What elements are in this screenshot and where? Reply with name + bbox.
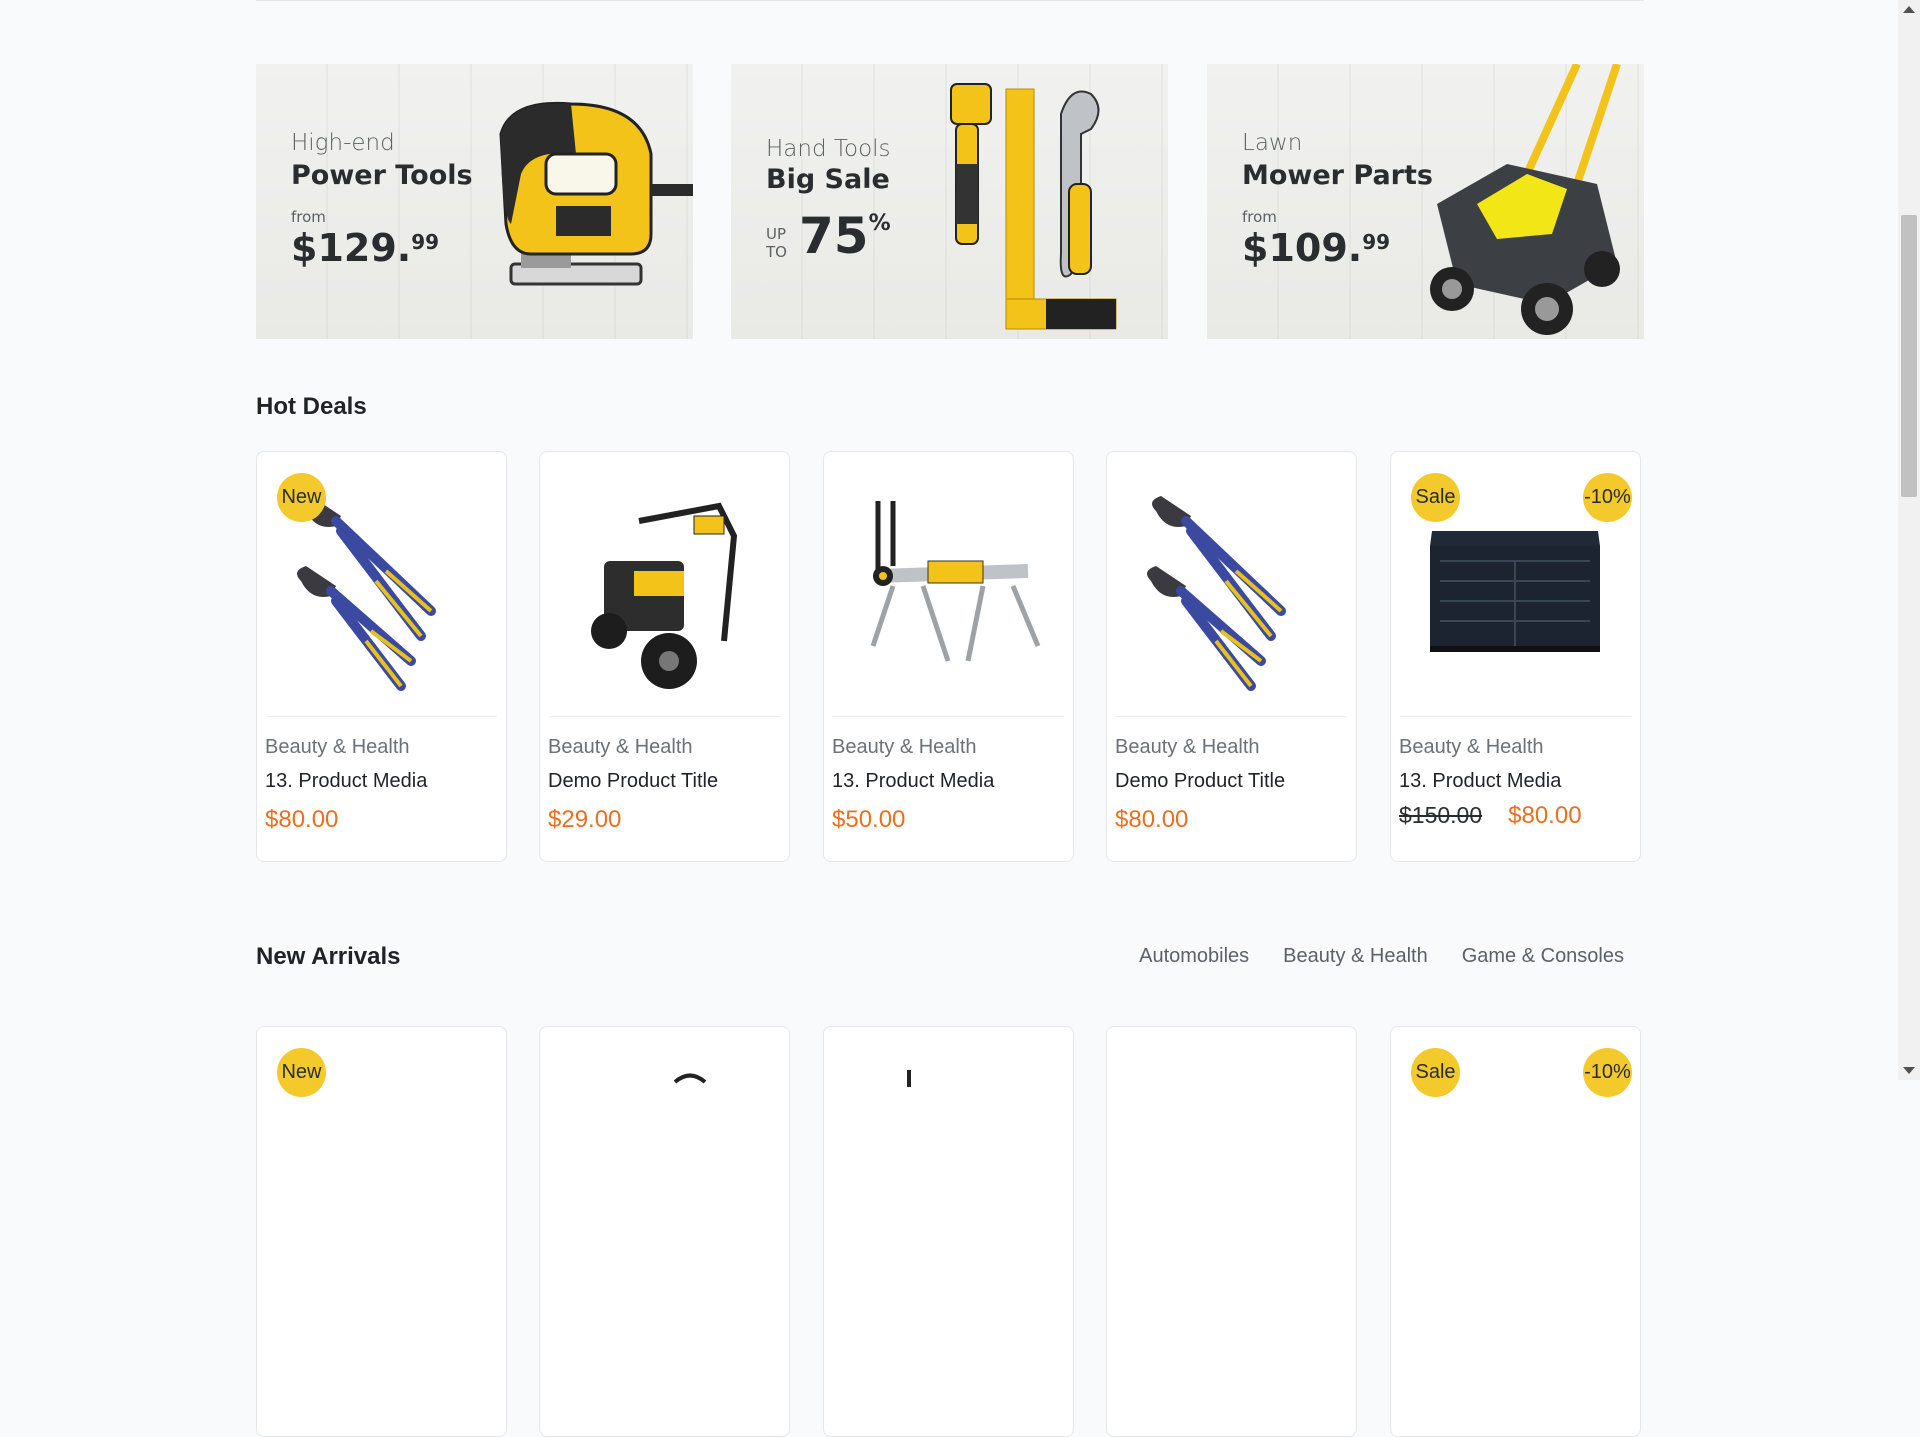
tab-automobiles[interactable]: Automobiles: [1139, 945, 1249, 968]
banner-subtitle: Hand Tools: [766, 136, 891, 162]
new-badge: New: [277, 473, 326, 522]
old-price: $150.00: [1399, 802, 1483, 828]
banner-subtitle: Lawn: [1242, 130, 1303, 156]
card-divider: [1400, 716, 1631, 717]
saw-stand-icon: [870, 501, 1041, 662]
product-title[interactable]: 13. Product Media: [832, 770, 994, 793]
product-price: $150.00 $80.00: [1399, 802, 1582, 830]
product-card[interactable]: [823, 1026, 1074, 1437]
product-category[interactable]: Beauty & Health: [1115, 736, 1260, 759]
product-price: $29.00: [548, 806, 622, 833]
product-category[interactable]: Beauty & Health: [265, 736, 410, 759]
hot-deals-heading: Hot Deals: [256, 393, 367, 420]
product-title[interactable]: Demo Product Title: [1115, 770, 1285, 793]
scrollbar-thumb[interactable]: [1901, 215, 1917, 497]
product-title[interactable]: 13. Product Media: [265, 770, 427, 793]
banner-subtitle: High-end: [291, 130, 395, 156]
sale-price: $80.00: [1508, 802, 1582, 829]
product-card[interactable]: [1106, 1026, 1357, 1437]
product-price: $50.00: [832, 806, 906, 833]
hand-tools-icon: [950, 83, 1117, 330]
product-price: $80.00: [1115, 806, 1189, 833]
card-divider: [1116, 716, 1347, 717]
product-image-peek: [673, 1073, 707, 1084]
product-card[interactable]: Sale -10% Beauty & Health 13. Product Me…: [1390, 451, 1641, 862]
product-image[interactable]: [1116, 461, 1347, 716]
product-title[interactable]: 13. Product Media: [1399, 770, 1561, 793]
jigsaw-icon: [499, 101, 693, 286]
promo-banners: High-end Power Tools from $129.99 Hand T…: [256, 64, 1644, 339]
tab-beauty-health[interactable]: Beauty & Health: [1283, 945, 1428, 968]
discount-badge: -10%: [1583, 1048, 1632, 1097]
product-image[interactable]: [549, 461, 780, 716]
new-badge: New: [277, 1048, 326, 1097]
page: High-end Power Tools from $129.99 Hand T…: [0, 0, 1898, 1437]
new-arrivals-tabs: Automobiles Beauty & Health Game & Conso…: [1139, 945, 1624, 968]
banner-from: from: [1242, 208, 1277, 226]
product-card[interactable]: Beauty & Health Demo Product Title $80.0…: [1106, 451, 1357, 862]
sale-badge: Sale: [1411, 1048, 1460, 1097]
product-category[interactable]: Beauty & Health: [1399, 736, 1544, 759]
product-title[interactable]: Demo Product Title: [548, 770, 718, 793]
product-card[interactable]: Sale -10%: [1390, 1026, 1641, 1437]
new-arrivals-heading: New Arrivals: [256, 943, 401, 970]
scroll-down-arrow-icon[interactable]: [1903, 1067, 1915, 1074]
product-card[interactable]: New: [256, 451, 507, 862]
card-divider: [266, 716, 497, 717]
discount-badge: -10%: [1583, 473, 1632, 522]
product-card[interactable]: [539, 1026, 790, 1437]
product-card[interactable]: New: [256, 1026, 507, 1437]
banner-from: from: [291, 208, 326, 226]
card-divider: [833, 716, 1064, 717]
page-scrollbar[interactable]: [1898, 0, 1920, 1080]
banner-title: Big Sale: [766, 164, 890, 195]
product-card[interactable]: Beauty & Health 13. Product Media $50.00: [823, 451, 1074, 862]
product-price: $80.00: [265, 806, 339, 833]
banner-mower-parts[interactable]: Lawn Mower Parts from $109.99: [1207, 64, 1644, 339]
banner-title: Mower Parts: [1242, 160, 1433, 191]
product-category[interactable]: Beauty & Health: [548, 736, 693, 759]
scroll-up-arrow-icon[interactable]: [1903, 6, 1915, 13]
banner-discount: UP TO 75%: [766, 207, 891, 265]
banner-price: $109.99: [1242, 226, 1391, 270]
product-card[interactable]: Beauty & Health Demo Product Title $29.0…: [539, 451, 790, 862]
sale-badge: Sale: [1411, 473, 1460, 522]
banner-hand-tools[interactable]: Hand Tools Big Sale UP TO 75%: [731, 64, 1168, 339]
pressure-washer-icon: [591, 502, 738, 689]
product-image-peek: [907, 1070, 911, 1087]
banner-power-tools[interactable]: High-end Power Tools from $129.99: [256, 64, 693, 339]
product-image[interactable]: [833, 461, 1064, 716]
tab-game-consoles[interactable]: Game & Consoles: [1462, 945, 1624, 968]
top-divider: [256, 0, 1644, 1]
product-category[interactable]: Beauty & Health: [832, 736, 977, 759]
pliers-icon: [1147, 496, 1286, 691]
banner-title: Power Tools: [291, 160, 473, 191]
banner-price: $129.99: [291, 226, 440, 270]
card-divider: [549, 716, 780, 717]
